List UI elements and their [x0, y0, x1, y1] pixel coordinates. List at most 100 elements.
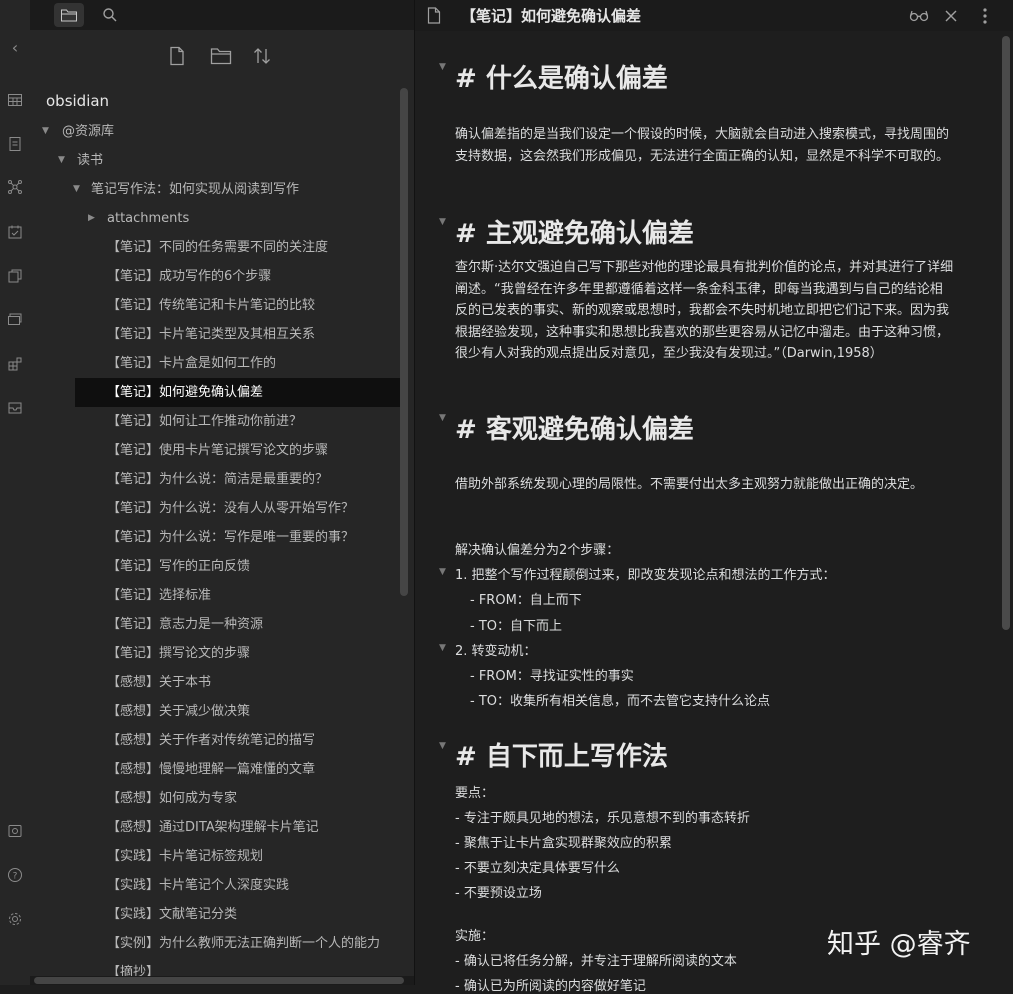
tree-file[interactable]: 【感想】通过DITA架构理解卡片笔记 — [30, 813, 402, 842]
expand-arrow-icon[interactable]: ▼ — [73, 175, 80, 204]
tree-folder-reading[interactable]: ▼ 读书 — [30, 146, 402, 175]
tree-file[interactable]: 【笔记】不同的任务需要不同的关注度 — [30, 233, 402, 262]
list-item: - 不要立刻决定具体要写什么 — [455, 861, 620, 876]
implementation-label: 实施： — [455, 929, 495, 944]
fold-arrow-icon[interactable]: ▼ — [439, 62, 446, 72]
left-ribbon: ‹ ? — [0, 0, 30, 985]
file-explorer-sidebar: obsidian ▼ @资源库 ▼ 读书 ▼ 笔记写作法：如何实现从阅读到写作 … — [30, 0, 414, 985]
tab-search[interactable] — [96, 3, 126, 27]
templates-icon[interactable] — [6, 268, 24, 286]
plugins-icon[interactable] — [6, 356, 24, 374]
list-item: - FROM：自上而下 — [470, 593, 582, 608]
tree-file[interactable]: 【笔记】为什么说：写作是唯一重要的事？ — [30, 523, 402, 552]
list-item: - 确认已将任务分解，并专注于理解所阅读的文本 — [455, 954, 737, 969]
help-icon[interactable]: ? — [6, 867, 24, 885]
tab-file-explorer[interactable] — [54, 3, 84, 27]
paragraph: 借助外部系统发现心理的局限性。不需要付出太多主观努力就能做出正确的决定。 — [455, 477, 924, 492]
collapse-arrow-icon[interactable]: ▶ — [88, 204, 95, 233]
slides-icon[interactable] — [6, 311, 24, 329]
sort-icon — [254, 48, 270, 64]
sidebar-vertical-scrollbar[interactable] — [400, 88, 408, 596]
tree-file[interactable]: 【实例】为什么教师无法正确判断一个人的能力 — [30, 929, 402, 958]
tree-folder-book[interactable]: ▼ 笔记写作法：如何实现从阅读到写作 — [30, 175, 402, 204]
tree-file[interactable]: 【笔记】如何让工作推动你前进？ — [30, 407, 402, 436]
editor-title-bar: 【笔记】如何避免确认偏差 — [415, 0, 1013, 31]
list-item: - TO：自下而上 — [470, 619, 562, 634]
tree-file[interactable]: 【笔记】卡片笔记类型及其相互关系 — [30, 320, 402, 349]
list-item: 1. 把整个写作过程颠倒过来，即改变发现论点和想法的工作方式： — [455, 568, 836, 583]
more-options-icon[interactable] — [982, 7, 988, 25]
sidebar-horizontal-scrollbar[interactable] — [30, 976, 414, 985]
daily-note-icon[interactable] — [6, 224, 24, 242]
expand-arrow-icon[interactable]: ▼ — [42, 117, 49, 146]
graph-view-icon[interactable] — [6, 179, 24, 197]
sort-order-button[interactable] — [252, 46, 276, 70]
heading-1: # 自下而上写作法 — [455, 742, 668, 772]
list-item: - TO：收集所有相关信息，而不去管它支持什么论点 — [470, 694, 770, 709]
tree-file[interactable]: 【笔记】成功写作的6个步骤 — [30, 262, 402, 291]
tree-file[interactable]: 【笔记】选择标准 — [30, 581, 402, 610]
paragraph: 查尔斯·达尔文强迫自己写下那些对他的理论最具有批判价值的论点，并对其进行了详细阐… — [455, 260, 954, 361]
editor-pane: 【笔记】如何避免确认偏差 ▼ # 什么是确认偏差 确认偏差指的是当我们设定一个假… — [415, 0, 1013, 994]
scrollbar-thumb[interactable] — [34, 977, 404, 984]
new-folder-icon — [210, 48, 232, 65]
document-icon — [427, 7, 441, 24]
paragraph: 确认偏差指的是当我们设定一个假设的时候，大脑就会自动进入搜索模式，寻找周围的支持… — [455, 127, 950, 164]
tree-file[interactable]: 【实践】卡片笔记标签规划 — [30, 842, 402, 871]
fold-arrow-icon[interactable]: ▼ — [439, 643, 446, 653]
tree-file[interactable]: 【感想】关于减少做决策 — [30, 697, 402, 726]
tree-file[interactable]: 【感想】慢慢地理解一篇难懂的文章 — [30, 755, 402, 784]
file-explorer-toolbar — [30, 46, 414, 70]
list-item: - 不要预设立场 — [455, 886, 542, 901]
new-note-button[interactable] — [168, 46, 192, 70]
tree-folder-resources[interactable]: ▼ @资源库 — [30, 117, 402, 146]
list-item: - 聚焦于让卡片盒实现群聚效应的积累 — [455, 836, 672, 851]
close-icon[interactable] — [944, 9, 958, 23]
calendar-grid-icon[interactable] — [6, 92, 24, 110]
list-item: - FROM：寻找证实性的事实 — [470, 669, 634, 684]
new-note-icon — [170, 46, 184, 66]
tree-file-active[interactable]: 【笔记】如何避免确认偏差 — [75, 378, 402, 407]
list-item: - 专注于颇具见地的想法，乐见意想不到的事态转折 — [455, 811, 750, 826]
editor-vertical-scrollbar[interactable] — [1002, 36, 1010, 630]
search-icon — [103, 8, 117, 22]
tree-file[interactable]: 【笔记】卡片盒是如何工作的 — [30, 349, 402, 378]
new-folder-button[interactable] — [210, 46, 234, 70]
tree-file[interactable]: 【笔记】为什么说：简洁是最重要的？ — [30, 465, 402, 494]
fold-arrow-icon[interactable]: ▼ — [439, 741, 446, 751]
tree-file[interactable]: 【笔记】撰写论文的步骤 — [30, 639, 402, 668]
sidebar-tab-bar — [30, 0, 414, 30]
fold-arrow-icon[interactable]: ▼ — [439, 413, 446, 423]
tree-file[interactable]: 【实践】卡片笔记个人深度实践 — [30, 871, 402, 900]
tree-file[interactable]: 【笔记】意志力是一种资源 — [30, 610, 402, 639]
tree-file[interactable]: 【感想】如何成为专家 — [30, 784, 402, 813]
tree-file[interactable]: 【笔记】为什么说：没有人从零开始写作？ — [30, 494, 402, 523]
expand-arrow-icon[interactable]: ▼ — [58, 146, 65, 175]
reading-mode-glasses-icon[interactable] — [909, 9, 929, 23]
fold-arrow-icon[interactable]: ▼ — [439, 217, 446, 227]
vault-switcher-icon[interactable] — [6, 823, 24, 841]
tree-file[interactable]: 【实践】文献笔记分类 — [30, 900, 402, 929]
tree-file[interactable]: 【笔记】使用卡片笔记撰写论文的步骤 — [30, 436, 402, 465]
key-points-label: 要点： — [455, 786, 495, 801]
heading-1: # 客观避免确认偏差 — [455, 415, 694, 445]
fold-arrow-icon[interactable]: ▼ — [439, 567, 446, 577]
tree-file[interactable]: 【笔记】写作的正向反馈 — [30, 552, 402, 581]
vault-name: obsidian — [46, 92, 110, 110]
heading-1: # 什么是确认偏差 — [455, 64, 668, 94]
heading-1: # 主观避免确认偏差 — [455, 219, 694, 249]
folder-icon — [61, 9, 77, 22]
list-intro: 解决确认偏差分为2个步骤： — [455, 543, 620, 558]
settings-gear-icon[interactable] — [6, 911, 24, 929]
tree-file[interactable]: 【笔记】传统笔记和卡片笔记的比较 — [30, 291, 402, 320]
file-tree: ▼ @资源库 ▼ 读书 ▼ 笔记写作法：如何实现从阅读到写作 ▶ attachm… — [30, 117, 402, 987]
document-title: 【笔记】如何避免确认偏差 — [461, 7, 642, 25]
list-item: 2. 转变动机： — [455, 644, 537, 659]
tree-folder-attachments[interactable]: ▶ attachments — [30, 204, 402, 233]
open-quick-switcher-icon[interactable] — [6, 136, 24, 154]
tree-file[interactable]: 【感想】关于作者对传统笔记的描写 — [30, 726, 402, 755]
collapse-sidebar-icon[interactable]: ‹ — [6, 39, 24, 57]
watermark: 知乎 @睿齐 — [827, 929, 971, 960]
tree-file[interactable]: 【感想】关于本书 — [30, 668, 402, 697]
inbox-icon[interactable] — [6, 400, 24, 418]
